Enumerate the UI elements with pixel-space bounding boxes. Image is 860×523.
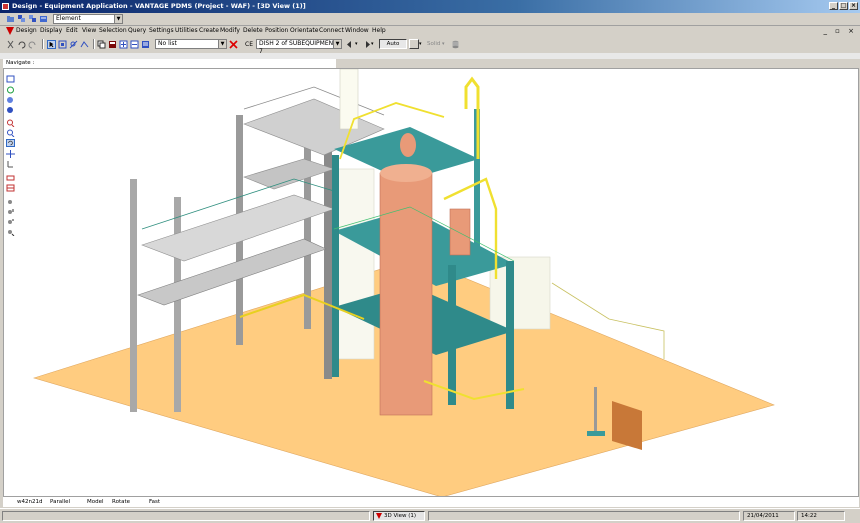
remove-from-list-icon[interactable]: [130, 40, 139, 49]
menu-delete[interactable]: Delete: [243, 27, 263, 34]
instrument-stand: [594, 387, 597, 435]
menu-connect[interactable]: Connect: [319, 27, 344, 34]
solid-dropdown-icon[interactable]: ▾: [419, 41, 422, 47]
undo-icon[interactable]: [17, 40, 26, 49]
menu-query[interactable]: Query: [128, 27, 146, 34]
menu-selection[interactable]: Selection: [99, 27, 127, 34]
column-left-5: [324, 149, 332, 379]
solid-toggle-button[interactable]: [409, 39, 419, 49]
menu-position[interactable]: Position: [265, 27, 288, 34]
mdi-window-buttons[interactable]: _ ▫ ×: [823, 27, 857, 35]
steel-column-4: [506, 261, 514, 409]
menu-help[interactable]: Help: [372, 27, 386, 34]
instrument-base: [587, 431, 605, 436]
menu-modify[interactable]: Modify: [220, 27, 240, 34]
tank-upper: [339, 69, 359, 130]
back-arrow-icon[interactable]: [346, 40, 355, 49]
menu-display[interactable]: Display: [40, 27, 62, 34]
design-app-icon: [376, 513, 382, 519]
menu-create[interactable]: Create: [199, 27, 219, 34]
solid-label: Solid: [427, 41, 441, 47]
add-to-list-icon[interactable]: [119, 40, 128, 49]
select-arrow-icon[interactable]: [47, 40, 56, 49]
platform-mid: [243, 158, 335, 190]
3d-viewport[interactable]: [3, 68, 859, 497]
navigate-bar[interactable]: Navigate :: [3, 59, 336, 68]
tank-left: [333, 168, 375, 360]
measure-icon[interactable]: [80, 40, 89, 49]
copy-icon[interactable]: [97, 40, 106, 49]
status-bar: 3D View (1) 21/04/2011 14:22: [0, 508, 860, 523]
menu-view[interactable]: View: [82, 27, 96, 34]
app-icon: [2, 3, 9, 10]
viewport-status: w42n21d Parallel Model Rotate Fast: [3, 497, 859, 507]
steel-column-1: [332, 155, 339, 377]
database-icon[interactable]: [451, 40, 460, 49]
chevron-down-icon[interactable]: ▼: [114, 15, 122, 23]
model-mode: Model: [87, 499, 104, 505]
task-3d-view[interactable]: 3D View (1): [373, 511, 425, 521]
design-app-icon: [6, 27, 14, 35]
chevron-down-icon[interactable]: ▼: [218, 40, 226, 48]
menu-utilities[interactable]: Utilities: [175, 27, 198, 34]
menu-window[interactable]: Window: [345, 27, 369, 34]
main-toolbar: No list ▼ CE DISH 2 of SUBEQUIPMENT 7 ▼ …: [0, 37, 860, 55]
steel-column-3: [448, 265, 456, 405]
task-label: 3D View (1): [384, 513, 417, 519]
minimize-button[interactable]: _: [829, 2, 838, 10]
menu-settings[interactable]: Settings: [149, 27, 174, 34]
window-title: Design - Equipment Application - VANTAGE…: [12, 2, 306, 10]
menu-orientate[interactable]: Orientate: [290, 27, 318, 34]
auto-button[interactable]: Auto: [379, 39, 407, 49]
draw-list-icon[interactable]: [39, 14, 48, 23]
action-mode: Rotate: [112, 499, 131, 505]
chevron-down-icon[interactable]: ▼: [333, 40, 341, 48]
top-drum: [400, 133, 416, 157]
list-combo-value: No list: [158, 40, 177, 47]
ce-combo[interactable]: DISH 2 of SUBEQUIPMENT 7 ▼: [256, 39, 342, 55]
list-combo[interactable]: No list ▼: [155, 39, 227, 49]
list-icon[interactable]: [141, 40, 150, 49]
menu-design[interactable]: Design: [16, 27, 37, 34]
view-id: w42n21d: [17, 499, 43, 505]
forward-arrow-icon[interactable]: [362, 40, 371, 49]
draw-icon[interactable]: [28, 14, 37, 23]
graphic-pick-icon[interactable]: [58, 40, 67, 49]
menu-bar: Design Display Edit View Selection Query…: [0, 25, 860, 37]
open-icon[interactable]: [6, 14, 15, 23]
back-dropdown-icon[interactable]: ▾: [355, 41, 358, 47]
element-combo-value: Element: [56, 15, 81, 22]
plant-model[interactable]: [4, 69, 859, 497]
status-panel-mid: [428, 511, 740, 521]
cut-icon[interactable]: [6, 40, 15, 49]
speed-mode: Fast: [149, 499, 161, 505]
column-left-2: [174, 197, 181, 412]
status-panel-main: [2, 511, 370, 521]
column-left-1: [130, 179, 137, 412]
main-column-head: [380, 164, 432, 182]
navigate-label: Navigate :: [6, 60, 35, 66]
save-icon[interactable]: [108, 40, 117, 49]
solid-combo-arrow-icon[interactable]: ▾: [442, 41, 445, 47]
redo-icon[interactable]: [28, 40, 37, 49]
ce-label: CE: [245, 41, 253, 48]
main-column-vessel: [379, 172, 433, 416]
close-button[interactable]: ×: [849, 2, 858, 10]
model-editor-icon[interactable]: [69, 40, 78, 49]
clear-list-icon[interactable]: [229, 40, 238, 49]
forward-dropdown-icon[interactable]: ▾: [371, 41, 374, 47]
projection-mode: Parallel: [50, 499, 71, 505]
status-date: 21/04/2011: [743, 511, 795, 521]
explore-icon[interactable]: [17, 14, 26, 23]
status-time: 14:22: [797, 511, 845, 521]
menu-edit[interactable]: Edit: [66, 27, 78, 34]
drum-vessel: [449, 208, 471, 256]
maximize-button[interactable]: □: [839, 2, 848, 10]
element-combo[interactable]: Element ▼: [53, 14, 123, 24]
title-bar: Design - Equipment Application - VANTAGE…: [0, 0, 860, 13]
